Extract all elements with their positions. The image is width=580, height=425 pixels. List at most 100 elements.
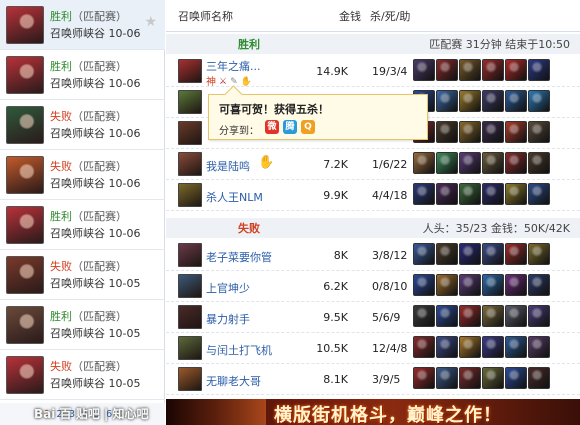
item-icon[interactable] <box>436 243 458 265</box>
item-icon[interactable] <box>528 243 550 265</box>
item-icon[interactable] <box>436 90 458 112</box>
item-icon[interactable] <box>528 152 550 174</box>
match-list-item[interactable]: 胜利（匹配赛） 召唤师峡谷 10-06 <box>0 200 165 250</box>
item-icon[interactable] <box>436 152 458 174</box>
match-list-item[interactable]: 失败（匹配赛） 召唤师峡谷 10-06 <box>0 150 165 200</box>
player-row[interactable]: 无聊老大哥 8.1K 3/9/5 <box>166 364 580 395</box>
item-icon[interactable] <box>413 243 435 265</box>
item-icon[interactable] <box>436 305 458 327</box>
player-row[interactable]: 与闰土打飞机 10.5K 12/4/8 <box>166 333 580 364</box>
player-name[interactable]: 三年之痛... <box>206 58 261 74</box>
item-icon[interactable] <box>459 274 481 296</box>
item-icon[interactable] <box>482 243 504 265</box>
item-icon[interactable] <box>436 183 458 205</box>
item-icon[interactable] <box>482 274 504 296</box>
champion-icon[interactable] <box>178 59 202 83</box>
champion-icon[interactable] <box>178 121 202 145</box>
player-name[interactable]: 暴力射手 <box>206 311 250 327</box>
player-name[interactable]: 上官坤少 <box>206 280 250 296</box>
item-icon[interactable] <box>482 90 504 112</box>
player-row[interactable]: 老子菜要你管 8K 3/8/12 <box>166 240 580 271</box>
player-row[interactable]: 三年之痛... 14.9K 19/3/4 神 ⚔ ✎ ✋ <box>166 56 580 88</box>
item-icon[interactable] <box>459 305 481 327</box>
player-name[interactable]: 杀人王NLM <box>206 189 263 205</box>
item-icon[interactable] <box>459 59 481 81</box>
item-icon[interactable] <box>505 152 527 174</box>
item-icon[interactable] <box>459 336 481 358</box>
item-icon[interactable] <box>482 367 504 389</box>
item-icon[interactable] <box>505 90 527 112</box>
item-icon[interactable] <box>482 59 504 81</box>
item-icon[interactable] <box>505 121 527 143</box>
item-icon[interactable] <box>459 90 481 112</box>
item-icon[interactable] <box>413 274 435 296</box>
match-list-item[interactable]: 胜利（匹配赛） 召唤师峡谷 10-06 <box>0 50 165 100</box>
champion-icon[interactable] <box>178 90 202 114</box>
champion-icon[interactable] <box>178 183 202 207</box>
qzone-icon[interactable]: Q <box>301 120 315 134</box>
star-icon[interactable]: ★ <box>144 14 157 30</box>
item-icon[interactable] <box>459 121 481 143</box>
item-icon[interactable] <box>505 183 527 205</box>
champion-icon[interactable] <box>178 243 202 267</box>
match-summary: 胜利（匹配赛） 召唤师峡谷 10-05 <box>50 308 140 342</box>
player-name[interactable]: 老子菜要你管 <box>206 249 272 265</box>
item-icon[interactable] <box>436 336 458 358</box>
item-icon[interactable] <box>505 305 527 327</box>
item-icon[interactable] <box>505 274 527 296</box>
player-row[interactable]: 暴力射手 9.5K 5/6/9 <box>166 302 580 333</box>
player-row[interactable]: 杀人王NLM 9.9K 4/4/18 <box>166 180 580 211</box>
player-name[interactable]: 我是陆鸣 <box>206 158 250 174</box>
item-icon[interactable] <box>505 336 527 358</box>
match-list-item[interactable]: 失败（匹配赛） 召唤师峡谷 10-05 <box>0 350 165 400</box>
match-list-item[interactable]: 失败（匹配赛） 召唤师峡谷 10-06 <box>0 100 165 150</box>
item-icon[interactable] <box>528 367 550 389</box>
ad-banner[interactable]: 横版街机格斗，巅峰之作！ <box>166 399 580 425</box>
item-icon[interactable] <box>505 243 527 265</box>
item-icon[interactable] <box>459 243 481 265</box>
item-icon[interactable] <box>413 367 435 389</box>
item-icon[interactable] <box>413 305 435 327</box>
item-icon[interactable] <box>482 152 504 174</box>
champion-icon[interactable] <box>178 305 202 329</box>
player-row[interactable]: 我是陆鸣 7.2K 1/6/22 ✋ <box>166 149 580 180</box>
champion-icon[interactable] <box>178 152 202 176</box>
item-icon[interactable] <box>459 152 481 174</box>
champion-icon[interactable] <box>178 367 202 391</box>
item-icon[interactable] <box>528 90 550 112</box>
item-icon[interactable] <box>528 183 550 205</box>
item-icon[interactable] <box>482 121 504 143</box>
item-icon[interactable] <box>528 121 550 143</box>
match-list-item[interactable]: 胜利（匹配赛） 召唤师峡谷 10-06 ★ <box>0 0 165 50</box>
item-icon[interactable] <box>413 152 435 174</box>
player-name[interactable]: 无聊老大哥 <box>206 373 261 389</box>
champion-avatar <box>6 255 44 294</box>
item-icon[interactable] <box>436 59 458 81</box>
player-name[interactable]: 与闰土打飞机 <box>206 342 272 358</box>
item-icon[interactable] <box>459 183 481 205</box>
item-icon[interactable] <box>413 183 435 205</box>
item-icon[interactable] <box>436 274 458 296</box>
match-list-item[interactable]: 胜利（匹配赛） 召唤师峡谷 10-05 <box>0 300 165 350</box>
item-icon[interactable] <box>413 59 435 81</box>
tencent-weibo-icon[interactable]: 腾 <box>283 120 297 134</box>
item-icon[interactable] <box>528 305 550 327</box>
item-icon[interactable] <box>528 336 550 358</box>
item-icon[interactable] <box>528 59 550 81</box>
item-icon[interactable] <box>436 121 458 143</box>
item-icon[interactable] <box>482 305 504 327</box>
champion-icon[interactable] <box>178 274 202 298</box>
item-icon[interactable] <box>482 336 504 358</box>
match-list-item[interactable]: 失败（匹配赛） 召唤师峡谷 10-05 <box>0 250 165 300</box>
item-icon[interactable] <box>413 336 435 358</box>
item-icon[interactable] <box>482 183 504 205</box>
item-icon[interactable] <box>505 59 527 81</box>
champion-icon[interactable] <box>178 336 202 360</box>
item-icon[interactable] <box>528 274 550 296</box>
item-icon[interactable] <box>505 367 527 389</box>
item-icon[interactable] <box>459 367 481 389</box>
team-score-summary: 人头：35/23 金钱：50K/42K <box>422 222 570 235</box>
weibo-icon[interactable]: 微 <box>265 120 279 134</box>
player-row[interactable]: 上官坤少 6.2K 0/8/10 <box>166 271 580 302</box>
item-icon[interactable] <box>436 367 458 389</box>
